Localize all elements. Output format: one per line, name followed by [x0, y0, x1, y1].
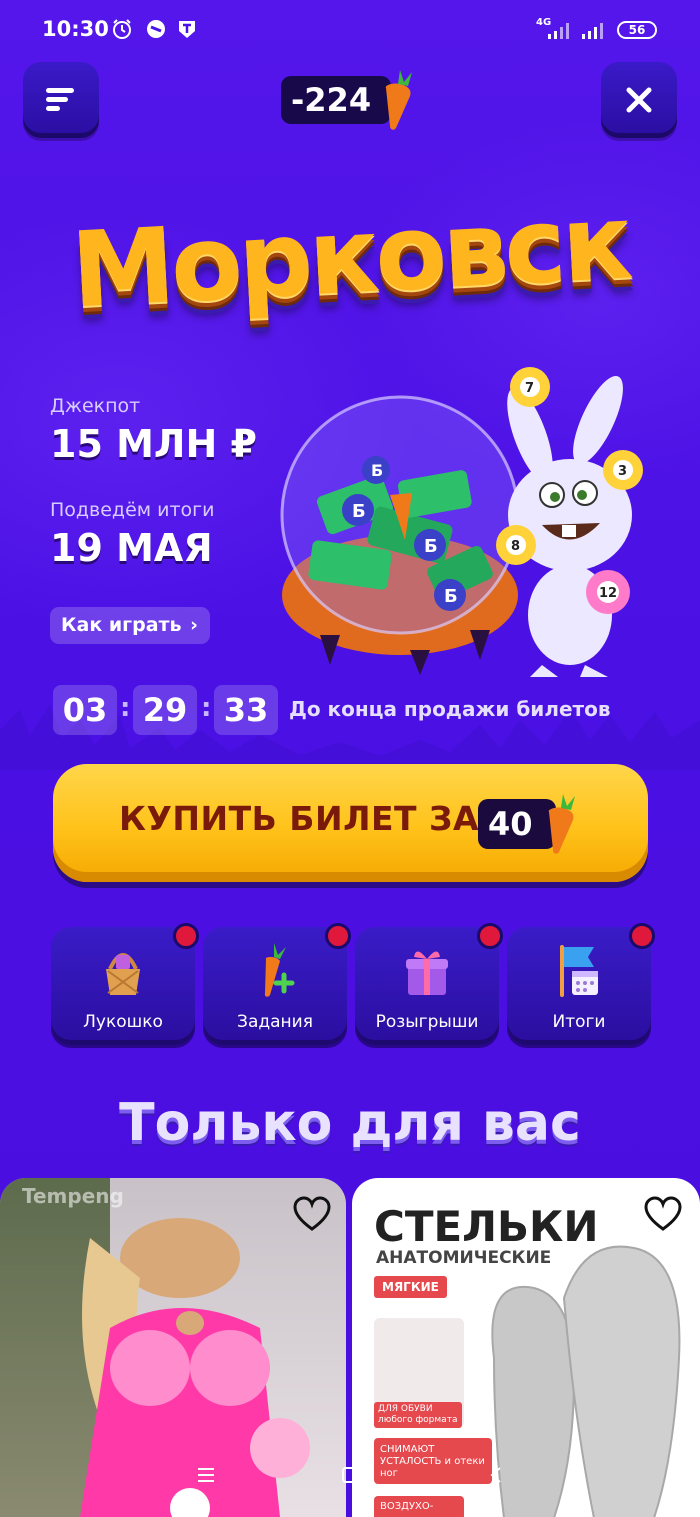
svg-text:3: 3 [618, 464, 627, 479]
menu-icon [46, 88, 74, 111]
buy-ticket-button[interactable]: КУПИТЬ БИЛЕТ ЗА 40 [53, 764, 648, 882]
tile-tasks[interactable]: Задания [203, 923, 351, 1045]
results-date: 19 МАЯ [50, 526, 213, 570]
tile-draws[interactable]: Розыгрыши [355, 923, 503, 1045]
heart-icon[interactable] [293, 1196, 331, 1232]
lottery-illustration: Б Б Б Б 7 3 8 12 [280, 367, 643, 677]
messenger-icon [147, 20, 165, 38]
heart-icon[interactable] [644, 1196, 682, 1232]
timer-hours: 03 [53, 685, 117, 735]
how-to-play-button[interactable]: Как играть › [50, 607, 210, 644]
home-icon[interactable] [341, 1466, 359, 1484]
close-icon [626, 87, 652, 113]
status-time: 10:30 [42, 17, 109, 41]
timer-label: До конца продажи билетов [289, 697, 611, 721]
notification-badge [325, 923, 351, 949]
svg-text:8: 8 [511, 539, 520, 554]
svg-text:Б: Б [371, 461, 383, 480]
svg-text:7: 7 [525, 381, 534, 396]
notification-badge [477, 923, 503, 949]
product-badge: МЯГКИЕ [374, 1276, 447, 1298]
close-button[interactable] [601, 62, 677, 138]
tile-label: Задания [237, 1012, 313, 1032]
notification-badge [629, 923, 655, 949]
signal-icon-2 [582, 23, 603, 39]
notification-badge [173, 923, 199, 949]
product-feature-1: ДЛЯ ОБУВИ любого формата [374, 1402, 462, 1428]
basket-icon [106, 953, 140, 995]
carrot-icon [385, 70, 412, 130]
chevron-right-icon: › [190, 614, 198, 636]
product-feature-3: ВОЗДУХО- [374, 1496, 464, 1517]
timer-minutes: 29 [133, 685, 197, 735]
svg-text:Б: Б [444, 586, 458, 607]
results-label: Подведём итоги [50, 499, 215, 521]
tile-label: Лукошко [83, 1012, 163, 1032]
battery-indicator: 56 [617, 21, 657, 39]
tile-label: Розыгрыши [375, 1012, 479, 1032]
flag-calendar-icon [560, 945, 598, 997]
signal-icon [548, 23, 569, 39]
buy-ticket-label: КУПИТЬ БИЛЕТ ЗА [119, 799, 480, 838]
status-bar: 10:30 4G 56 [0, 0, 700, 62]
jackpot-label: Джекпот [50, 395, 141, 417]
carrot-icon [548, 794, 575, 854]
watermark-text: Tempeng [22, 1184, 124, 1208]
bank-app-icon [179, 21, 195, 38]
tile-label: Итоги [552, 1012, 606, 1032]
recent-apps-icon[interactable] [196, 1466, 216, 1484]
timer-seconds: 33 [214, 685, 278, 735]
menu-button[interactable] [23, 62, 99, 138]
tile-basket[interactable]: Лукошко [51, 923, 199, 1045]
jackpot-value: 15 МЛН ₽ [50, 422, 257, 466]
svg-text:12: 12 [599, 586, 617, 601]
how-to-play-label: Как играть [61, 614, 182, 636]
system-nav-bar [0, 1462, 700, 1488]
svg-text:Б: Б [352, 501, 366, 522]
balance-badge: -224 [281, 76, 391, 124]
timer-separator: : [120, 693, 131, 723]
balance-value: -224 [291, 81, 372, 119]
section-title: Только для вас [119, 1093, 581, 1153]
svg-text:Б: Б [424, 536, 438, 557]
timer-separator: : [201, 693, 212, 723]
carrot-plus-icon [264, 943, 295, 997]
alarm-icon [113, 19, 131, 39]
gift-icon [406, 951, 448, 995]
back-icon[interactable] [488, 1466, 504, 1484]
tile-results[interactable]: Итоги [507, 923, 655, 1045]
